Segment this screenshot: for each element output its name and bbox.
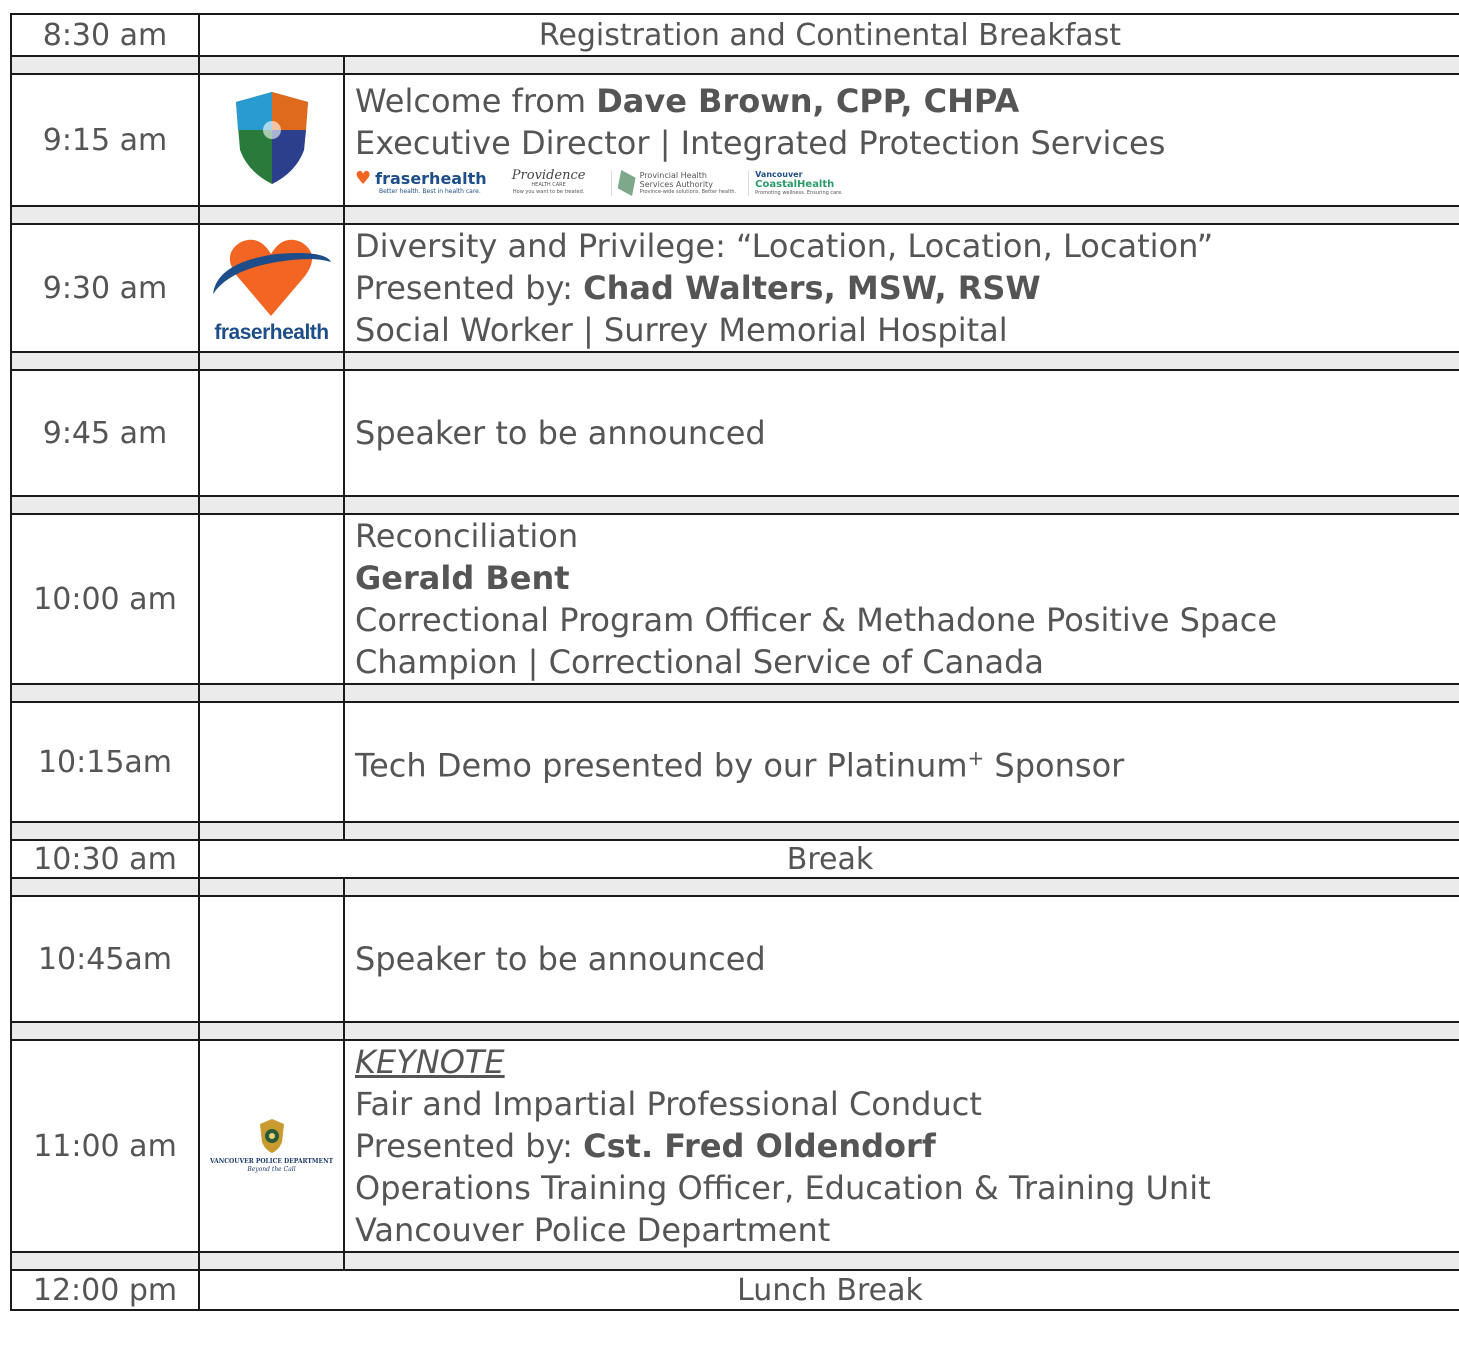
logo-cell-empty xyxy=(198,513,345,685)
providence-sub: HEALTH CARE xyxy=(531,182,566,188)
welcome-line: Welcome from Dave Brown, CPP, CHPA xyxy=(355,80,1459,122)
agenda-row: 9:45 am Speaker to be announced xyxy=(10,369,1459,497)
separator-row xyxy=(10,821,1459,841)
time-cell: 9:15 am xyxy=(10,73,200,207)
time-cell: 11:00 am xyxy=(10,1039,200,1253)
welcome-content: Welcome from Dave Brown, CPP, CHPA Execu… xyxy=(343,73,1459,207)
presented-by-label: Presented by: xyxy=(355,269,584,307)
agenda-row: 11:00 am VANCOUVER POLICE DEPARTMENT Bey… xyxy=(10,1039,1459,1253)
presenter-role: Operations Training Officer, Education &… xyxy=(355,1169,1211,1207)
welcome-name: Dave Brown, CPP, CHPA xyxy=(596,82,1020,120)
time-cell: 10:00 am xyxy=(10,513,200,685)
lunch-title: Lunch Break xyxy=(198,1269,1459,1311)
vpd-logo-cell: VANCOUVER POLICE DEPARTMENT Beyond the C… xyxy=(198,1039,345,1253)
bc-map-icon xyxy=(617,170,636,196)
keynote-label: KEYNOTE xyxy=(355,1043,505,1081)
session-title: Reconciliation xyxy=(355,517,579,555)
welcome-subtitle: Executive Director | Integrated Protecti… xyxy=(355,124,1166,162)
vch-text-2: CoastalHealth xyxy=(755,179,835,190)
session-title: Diversity and Privilege: “Location, Loca… xyxy=(355,227,1214,265)
providence-tagline: How you want to be treated. xyxy=(512,189,585,195)
separator-row xyxy=(10,1251,1459,1271)
agenda-row: 12:00 pm Lunch Break xyxy=(10,1269,1459,1311)
session-content: Tech Demo presented by our Platinum+ Spo… xyxy=(343,701,1459,823)
keynote-content: KEYNOTE Fair and Impartial Professional … xyxy=(343,1039,1459,1253)
separator-row xyxy=(10,55,1459,75)
session-title: Tech Demo presented by our Platinum+ Spo… xyxy=(355,737,1459,787)
agenda-row: 10:00 am Reconciliation Gerald Bent Corr… xyxy=(10,513,1459,685)
time-cell: 8:30 am xyxy=(10,13,200,57)
separator-row xyxy=(10,683,1459,703)
phsa-text-2: Services Authority xyxy=(639,180,713,189)
vpd-logo-tagline: Beyond the Call xyxy=(247,1166,296,1173)
session-title: Speaker to be announced xyxy=(355,414,766,452)
session-title: Speaker to be announced xyxy=(355,940,766,978)
logo-cell-empty xyxy=(198,701,345,823)
fraserhealth-logo: ♥ fraserhealth Better health. Best in he… xyxy=(355,170,487,196)
police-crest-icon xyxy=(259,1119,284,1153)
session-content: Speaker to be announced xyxy=(343,369,1459,497)
agenda-row: 8:30 am Registration and Continental Bre… xyxy=(10,13,1459,57)
fraserhealth-heart-icon xyxy=(212,239,331,316)
presenter-name: Chad Walters, MSW, RSW xyxy=(583,269,1041,307)
presenter-affiliation: Champion | Correctional Service of Canad… xyxy=(355,643,1045,681)
time-cell: 12:00 pm xyxy=(10,1269,200,1311)
break-title: Break xyxy=(198,839,1459,879)
agenda-table: 8:30 am Registration and Continental Bre… xyxy=(10,13,1459,1311)
puzzle-shield-icon xyxy=(235,92,308,184)
presenter-line: Presented by: Chad Walters, MSW, RSW xyxy=(355,267,1459,309)
phsa-text-1: Provincial Health xyxy=(639,171,707,180)
time-cell: 10:15am xyxy=(10,701,200,823)
presenter-name: Gerald Bent xyxy=(355,559,570,597)
agenda-row: 9:30 am fraserhealth Diversity and Privi… xyxy=(10,223,1459,353)
time-cell: 9:45 am xyxy=(10,369,200,497)
logo-cell-empty xyxy=(198,369,345,497)
tech-demo-end: Sponsor xyxy=(984,746,1125,785)
vch-tagline: Promoting wellness. Ensuring care. xyxy=(755,190,843,196)
phsa-logo: Provincial Health Services Authority Pro… xyxy=(610,170,737,196)
time-cell: 10:30 am xyxy=(10,839,200,879)
vpd-logo-text: VANCOUVER POLICE DEPARTMENT xyxy=(209,1158,334,1165)
welcome-prefix: Welcome from xyxy=(355,82,597,120)
agenda-row: 9:15 am Welcome from Dave Brown, CPP, CH… xyxy=(10,73,1459,207)
vch-text-1: Vancouver xyxy=(755,170,803,179)
tech-demo-text: Tech Demo presented by our Platinum xyxy=(355,746,968,785)
providence-logo: Providence HEALTH CARE How you want to b… xyxy=(499,168,599,196)
providence-text: Providence xyxy=(511,168,586,183)
separator-row xyxy=(10,351,1459,371)
fraserhealth-logo-cell: fraserhealth xyxy=(198,223,345,353)
phsa-tagline: Province-wide solutions. Better health. xyxy=(639,189,737,195)
agenda-row: 10:30 am Break xyxy=(10,839,1459,879)
heart-icon: ♥ xyxy=(355,168,372,189)
session-content: Diversity and Privilege: “Location, Loca… xyxy=(343,223,1459,353)
separator-row xyxy=(10,1021,1459,1041)
platinum-plus-sup: + xyxy=(967,746,985,771)
agenda-row: 10:45am Speaker to be announced xyxy=(10,895,1459,1023)
session-content: Reconciliation Gerald Bent Correctional … xyxy=(343,513,1459,685)
sponsor-logos: ♥ fraserhealth Better health. Best in he… xyxy=(355,166,1459,200)
shield-logo-cell xyxy=(198,73,345,207)
registration-title: Registration and Continental Breakfast xyxy=(198,13,1459,57)
fraserhealth-logo-text: fraserhealth xyxy=(214,321,329,344)
vch-logo: Vancouver CoastalHealth Promoting wellne… xyxy=(748,170,843,196)
presenter-role: Correctional Program Officer & Methadone… xyxy=(355,601,1278,639)
presenter-line: Presented by: Cst. Fred Oldendorf xyxy=(355,1125,1459,1167)
fraserhealth-tagline: Better health. Best in health care. xyxy=(379,188,481,195)
session-title: Fair and Impartial Professional Conduct xyxy=(355,1085,982,1123)
presenter-line: Gerald Bent xyxy=(355,557,1459,599)
separator-row xyxy=(10,877,1459,897)
presenter-affiliation: Vancouver Police Department xyxy=(355,1211,831,1249)
time-cell: 9:30 am xyxy=(10,223,200,353)
logo-cell-empty xyxy=(198,895,345,1023)
separator-row xyxy=(10,495,1459,515)
presenter-name: Cst. Fred Oldendorf xyxy=(583,1127,936,1165)
presenter-affiliation: Social Worker | Surrey Memorial Hospital xyxy=(355,311,1008,349)
presented-by-label: Presented by: xyxy=(355,1127,584,1165)
session-content: Speaker to be announced xyxy=(343,895,1459,1023)
separator-row xyxy=(10,205,1459,225)
fraserhealth-text: fraserhealth xyxy=(375,169,487,188)
agenda-row: 10:15am Tech Demo presented by our Plati… xyxy=(10,701,1459,823)
time-cell: 10:45am xyxy=(10,895,200,1023)
